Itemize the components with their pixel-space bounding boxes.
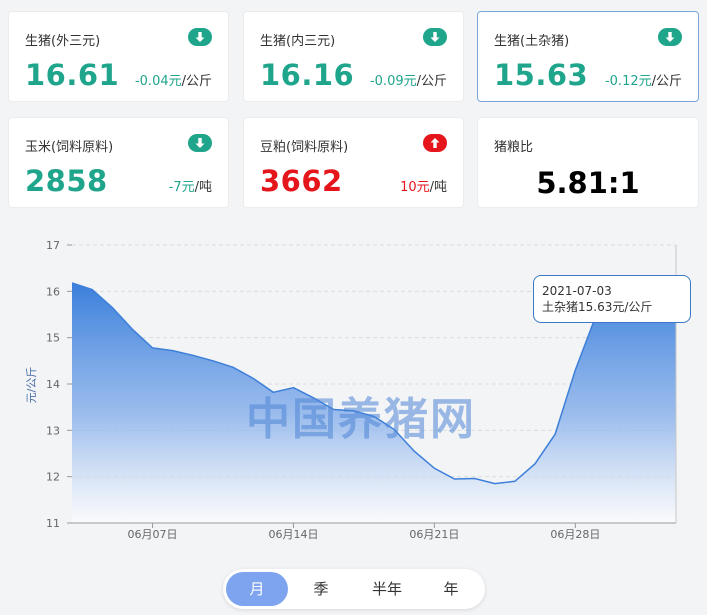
tab-half-year[interactable]: 半年	[356, 572, 418, 606]
price-card-nei-san-yuan[interactable]: 生猪(内三元) 16.16 -0.09元/公斤	[243, 11, 464, 102]
arrow-up-icon	[423, 134, 447, 152]
price-value: 2858	[25, 164, 108, 198]
watermark: 中国养猪网	[246, 394, 476, 445]
price-unit: /吨	[194, 180, 212, 195]
price-card-wai-san-yuan[interactable]: 生猪(外三元) 16.61 -0.04元/公斤	[8, 11, 229, 102]
card-name: 玉米(饲料原料)	[25, 140, 114, 155]
chart-tooltip: 2021-07-03 土杂猪15.63元/公斤	[533, 275, 691, 323]
card-name: 豆粕(饲料原料)	[260, 140, 349, 155]
ratio-value: 5.81:1	[536, 166, 640, 200]
price-unit: /公斤	[181, 74, 212, 89]
price-value: 3662	[260, 164, 343, 198]
price-change: -0.09元	[369, 74, 417, 89]
y-tick-label: 12	[46, 471, 60, 484]
card-name: 生猪(土杂猪)	[494, 34, 570, 49]
price-unit: /公斤	[651, 74, 682, 89]
y-tick-label: 16	[46, 285, 60, 298]
card-name: 生猪(内三元)	[260, 34, 336, 49]
y-tick-label: 11	[46, 517, 60, 530]
tab-month[interactable]: 月	[226, 572, 288, 606]
arrow-down-icon	[658, 28, 682, 46]
y-tick-label: 14	[46, 378, 60, 391]
price-card-corn[interactable]: 玉米(饲料原料) 2858 -7元/吨	[8, 117, 229, 208]
y-tick-label: 17	[46, 239, 60, 252]
price-change: -0.04元	[134, 74, 182, 89]
price-change: -0.12元	[604, 74, 652, 89]
x-tick-label: 06月14日	[268, 528, 318, 541]
period-tabs: 月 季 半年 年	[223, 569, 485, 609]
y-tick-label: 13	[46, 424, 60, 437]
card-name: 猪粮比	[494, 140, 534, 155]
price-change: 10元	[400, 180, 430, 195]
price-value: 16.16	[260, 58, 355, 92]
tooltip-date: 2021-07-03	[542, 284, 612, 298]
arrow-down-icon	[188, 134, 212, 152]
arrow-down-icon	[423, 28, 447, 46]
y-axis-label: 元/公斤	[25, 367, 38, 404]
price-card-soybean-meal[interactable]: 豆粕(饲料原料) 3662 10元/吨	[243, 117, 464, 208]
hog-grain-ratio-card[interactable]: 猪粮比 5.81:1	[477, 117, 699, 208]
card-name: 生猪(外三元)	[25, 34, 101, 49]
arrow-down-icon	[188, 28, 212, 46]
x-tick-label: 06月21日	[409, 528, 459, 541]
price-unit: /吨	[429, 180, 447, 195]
tab-year[interactable]: 年	[420, 572, 482, 606]
x-tick-label: 06月28日	[550, 528, 600, 541]
y-tick-label: 15	[46, 332, 60, 345]
price-card-tu-za-zhu[interactable]: 生猪(土杂猪) 15.63 -0.12元/公斤	[477, 11, 699, 102]
tab-quarter[interactable]: 季	[290, 572, 352, 606]
x-tick-label: 06月07日	[128, 528, 178, 541]
price-value: 15.63	[494, 58, 589, 92]
price-value: 16.61	[25, 58, 120, 92]
price-unit: /公斤	[416, 74, 447, 89]
price-change: -7元	[168, 180, 195, 195]
tooltip-value: 土杂猪15.63元/公斤	[542, 300, 653, 314]
